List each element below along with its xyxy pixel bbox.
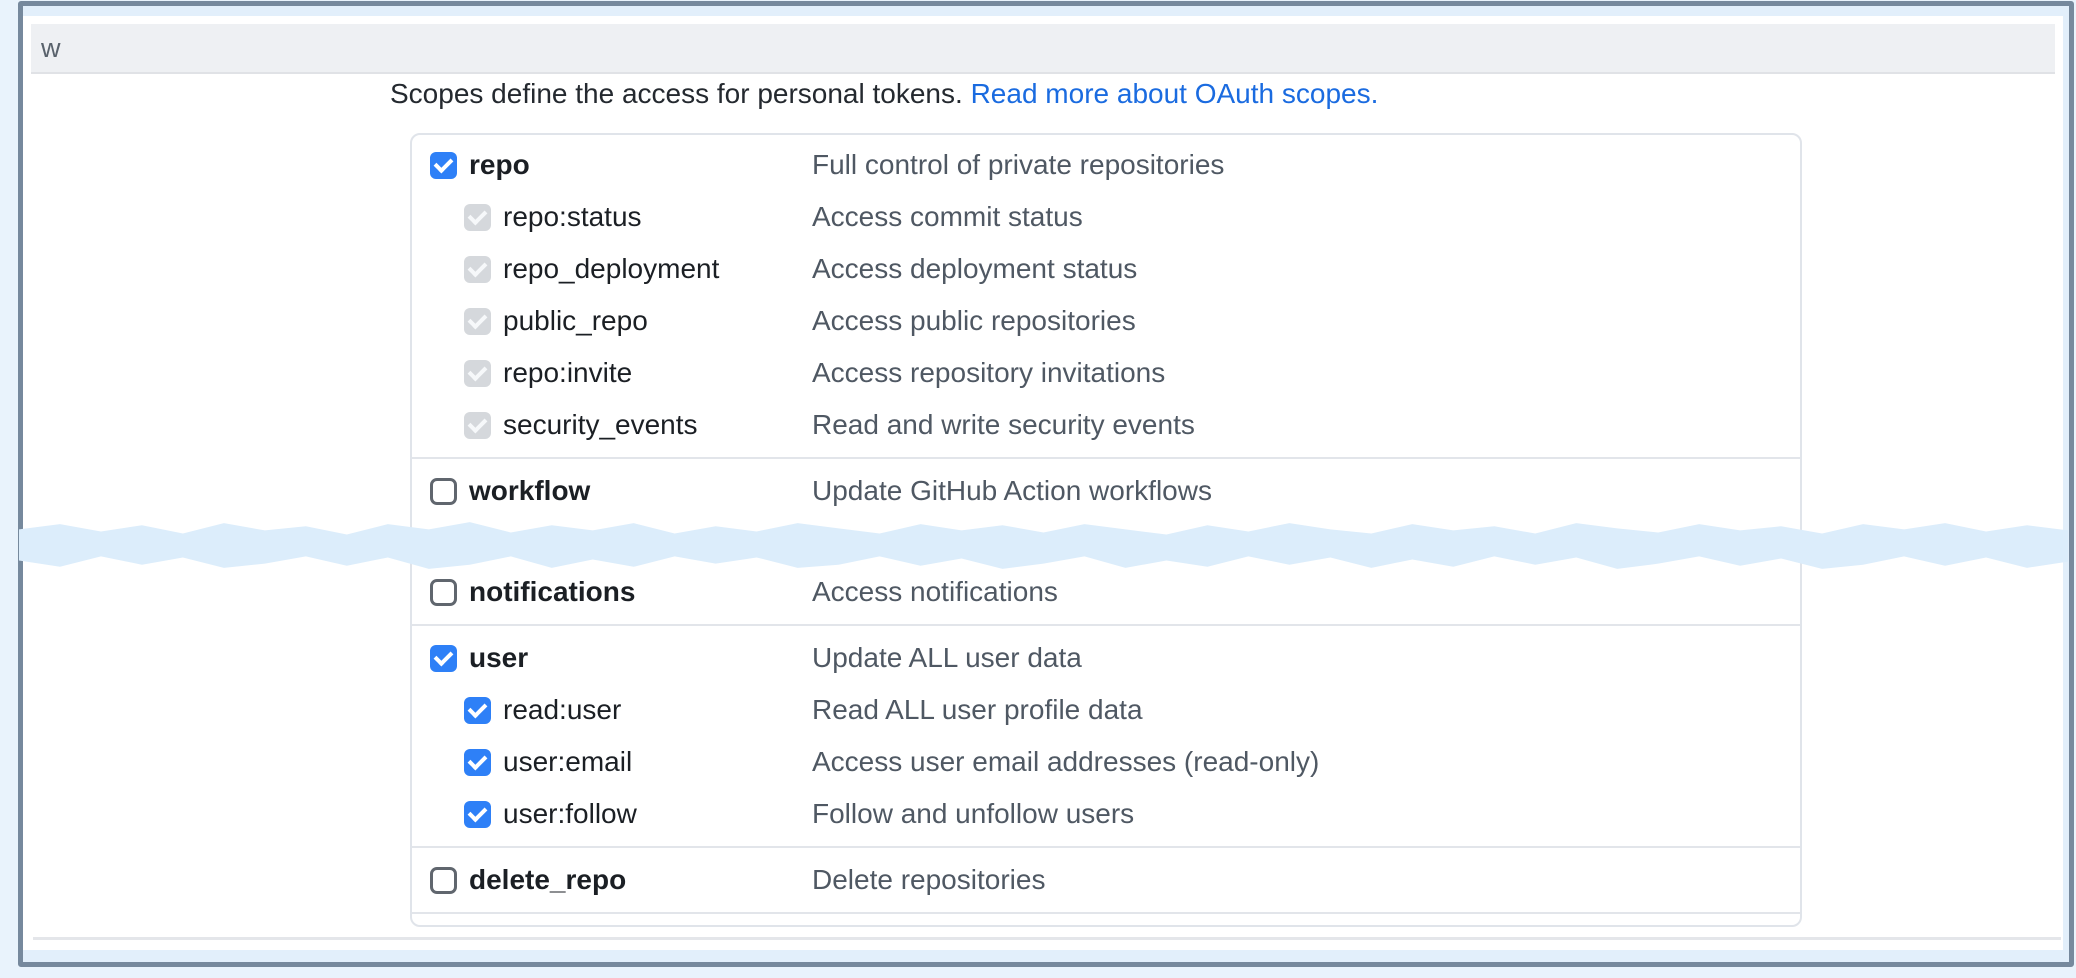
scope-label: security_events bbox=[503, 409, 698, 441]
scope-description: Read ALL user profile data bbox=[812, 694, 1143, 726]
scope-row-notifications: notifications Access notifications bbox=[412, 566, 1800, 618]
note-input[interactable]: w bbox=[31, 24, 2055, 74]
group-divider bbox=[412, 457, 1800, 459]
page-root: w Scopes define the access for personal … bbox=[0, 0, 2076, 978]
scope-description: Access public repositories bbox=[812, 305, 1136, 337]
scope-label: public_repo bbox=[503, 305, 648, 337]
scope-description: Access commit status bbox=[812, 201, 1083, 233]
scope-row-user-email: user:email Access user email addresses (r… bbox=[412, 736, 1800, 788]
scope-checkbox-security-events bbox=[464, 412, 491, 439]
scope-group: notifications Access notifications bbox=[412, 566, 1800, 618]
scope-label: user bbox=[469, 642, 528, 674]
scope-description: Read and write security events bbox=[812, 409, 1195, 441]
scope-row-workflow: workflow Update GitHub Action workflows bbox=[412, 465, 1800, 517]
scope-description: Access user email addresses (read-only) bbox=[812, 746, 1319, 778]
scope-group: user Update ALL user data read:user Read AL… bbox=[412, 632, 1800, 840]
scopes-intro-text: Scopes define the access for personal to… bbox=[390, 78, 963, 109]
scope-label: repo bbox=[469, 149, 530, 181]
scope-checkbox-user[interactable] bbox=[430, 645, 457, 672]
scopes-intro: Scopes define the access for personal to… bbox=[390, 78, 1378, 110]
scope-label: delete_repo bbox=[469, 864, 626, 896]
scope-row-read-user: read:user Read ALL user profile data bbox=[412, 684, 1800, 736]
group-divider bbox=[412, 624, 1800, 626]
scope-label: read:user bbox=[503, 694, 621, 726]
scope-checkbox-repo-status bbox=[464, 204, 491, 231]
oauth-scopes-link[interactable]: Read more about OAuth scopes. bbox=[971, 78, 1379, 109]
scope-label: workflow bbox=[469, 475, 590, 507]
scope-checkbox-public-repo bbox=[464, 308, 491, 335]
card-bottom-divider bbox=[33, 937, 2061, 940]
scope-checkbox-user-follow[interactable] bbox=[464, 801, 491, 828]
scope-row-public-repo: public_repo Access public repositories bbox=[412, 295, 1800, 347]
scope-group: delete_repo Delete repositories bbox=[412, 854, 1800, 906]
scope-checkbox-read-user[interactable] bbox=[464, 697, 491, 724]
scope-checkbox-notifications[interactable] bbox=[430, 579, 457, 606]
scope-description: Full control of private repositories bbox=[812, 149, 1224, 181]
scope-row-user-follow: user:follow Follow and unfollow users bbox=[412, 788, 1800, 840]
scope-description: Access deployment status bbox=[812, 253, 1137, 285]
scope-label: user:follow bbox=[503, 798, 637, 830]
scope-label: user:email bbox=[503, 746, 632, 778]
window-frame: w Scopes define the access for personal … bbox=[18, 1, 2074, 967]
scope-description: Follow and unfollow users bbox=[812, 798, 1134, 830]
scope-label: repo_deployment bbox=[503, 253, 719, 285]
scope-label: repo:invite bbox=[503, 357, 632, 389]
scope-row-security-events: security_events Read and write security e… bbox=[412, 399, 1800, 451]
scope-row-repo-invite: repo:invite Access repository invitations bbox=[412, 347, 1800, 399]
scope-description: Update GitHub Action workflows bbox=[812, 475, 1212, 507]
scope-row-repo: repo Full control of private repositories bbox=[412, 139, 1800, 191]
scope-checkbox-repo-deployment bbox=[464, 256, 491, 283]
scope-checkbox-workflow[interactable] bbox=[430, 478, 457, 505]
scope-group: repo Full control of private repositories… bbox=[412, 139, 1800, 451]
scope-group: workflow Update GitHub Action workflows bbox=[412, 465, 1800, 517]
scope-description: Delete repositories bbox=[812, 864, 1045, 896]
group-divider bbox=[412, 912, 1800, 914]
scope-checkbox-repo[interactable] bbox=[430, 152, 457, 179]
scope-row-delete-repo: delete_repo Delete repositories bbox=[412, 854, 1800, 906]
note-input-value: w bbox=[41, 33, 61, 64]
scope-row-repo-deployment: repo_deployment Access deployment status bbox=[412, 243, 1800, 295]
scope-label: repo:status bbox=[503, 201, 642, 233]
scope-checkbox-repo-invite bbox=[464, 360, 491, 387]
page-card: w Scopes define the access for personal … bbox=[23, 16, 2063, 950]
scope-row-repo-status: repo:status Access commit status bbox=[412, 191, 1800, 243]
scope-row-user: user Update ALL user data bbox=[412, 632, 1800, 684]
scope-label: notifications bbox=[469, 576, 635, 608]
scope-description: Access repository invitations bbox=[812, 357, 1165, 389]
scope-description: Access notifications bbox=[812, 576, 1058, 608]
scope-checkbox-delete-repo[interactable] bbox=[430, 867, 457, 894]
group-divider bbox=[412, 846, 1800, 848]
scope-checkbox-user-email[interactable] bbox=[464, 749, 491, 776]
scope-description: Update ALL user data bbox=[812, 642, 1082, 674]
